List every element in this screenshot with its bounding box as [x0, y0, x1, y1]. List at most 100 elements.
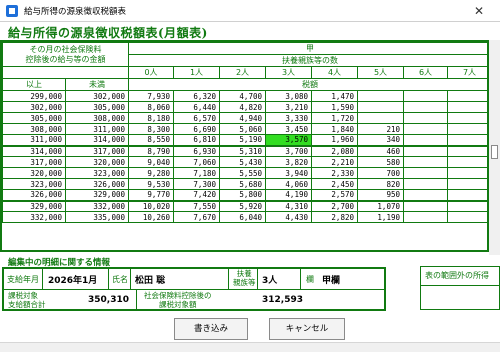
lower-bound-cell[interactable]: 320,000	[2, 167, 66, 179]
tax-cell[interactable]: 2,570	[311, 189, 358, 201]
tax-cell[interactable]: 6,040	[219, 211, 266, 223]
upper-bound-cell[interactable]: 311,000	[65, 123, 129, 135]
tax-cell[interactable]	[357, 112, 404, 124]
tax-cell[interactable]: 1,840	[311, 123, 358, 135]
tax-cell[interactable]: 4,940	[219, 112, 266, 124]
tax-cell[interactable]: 4,310	[265, 199, 312, 212]
tax-cell[interactable]	[447, 112, 487, 124]
tax-cell[interactable]: 8,180	[128, 112, 174, 124]
tax-cell[interactable]: 6,690	[173, 123, 220, 135]
lower-bound-cell[interactable]: 332,000	[2, 211, 66, 223]
tax-cell[interactable]	[403, 189, 448, 201]
tax-cell[interactable]: 6,810	[173, 134, 220, 146]
tax-cell[interactable]: 9,770	[128, 189, 174, 201]
tax-cell[interactable]: 8,300	[128, 123, 174, 135]
tax-cell[interactable]: 9,040	[128, 156, 174, 168]
tax-cell[interactable]: 1,960	[311, 134, 358, 146]
upper-bound-cell[interactable]: 320,000	[65, 156, 129, 168]
tax-cell[interactable]: 5,430	[219, 156, 266, 168]
tax-cell[interactable]	[447, 90, 487, 102]
tax-cell[interactable]: 1,720	[311, 112, 358, 124]
table-row[interactable]: 299,000 302,000 7,930 6,320 4,700 3,080 1,470	[2, 90, 487, 102]
tax-cell[interactable]	[447, 134, 487, 146]
tax-cell[interactable]	[403, 144, 448, 157]
upper-bound-cell[interactable]: 305,000	[65, 101, 129, 113]
tax-cell[interactable]: 6,320	[173, 90, 220, 102]
tax-cell[interactable]: 9,280	[128, 167, 174, 179]
tax-cell[interactable]: 3,450	[265, 123, 312, 135]
tax-cell[interactable]	[403, 123, 448, 135]
lower-bound-cell[interactable]: 326,000	[2, 189, 66, 201]
table-row[interactable]: 308,000 311,000 8,300 6,690 5,060 3,450 1,840 2…	[2, 123, 487, 135]
table-row[interactable]: 311,000 314,000 8,550 6,810 5,190 3,570 1,960 3…	[2, 134, 487, 146]
tax-cell[interactable]	[403, 167, 448, 179]
tax-cell[interactable]: 1,470	[311, 90, 358, 102]
tax-cell[interactable]	[447, 144, 487, 157]
tax-cell[interactable]: 2,330	[311, 167, 358, 179]
tax-cell[interactable]: 3,700	[265, 144, 312, 157]
tax-cell[interactable]: 2,080	[311, 144, 358, 157]
tax-cell[interactable]: 5,310	[219, 144, 266, 157]
tax-cell[interactable]	[447, 123, 487, 135]
tax-cell[interactable]: 5,060	[219, 123, 266, 135]
tax-cell[interactable]: 5,920	[219, 199, 266, 212]
lower-bound-cell[interactable]: 311,000	[2, 134, 66, 146]
tax-cell[interactable]: 5,680	[219, 178, 266, 190]
tax-cell[interactable]: 950	[357, 189, 404, 201]
tax-cell[interactable]	[447, 156, 487, 168]
tax-cell[interactable]	[403, 112, 448, 124]
vertical-scrollbar[interactable]	[489, 40, 500, 255]
tax-cell[interactable]	[403, 134, 448, 146]
upper-bound-cell[interactable]: 332,000	[65, 199, 129, 212]
tax-cell[interactable]	[447, 167, 487, 179]
tax-cell[interactable]: 3,210	[265, 101, 312, 113]
tax-cell[interactable]: 580	[357, 156, 404, 168]
tax-cell[interactable]	[403, 90, 448, 102]
tax-cell[interactable]: 7,550	[173, 199, 220, 212]
tax-cell[interactable]: 5,550	[219, 167, 266, 179]
tax-cell[interactable]: 210	[357, 123, 404, 135]
tax-cell[interactable]	[447, 211, 487, 223]
tax-cell[interactable]: 3,330	[265, 112, 312, 124]
tax-cell[interactable]: 7,670	[173, 211, 220, 223]
upper-bound-cell[interactable]: 317,000	[65, 144, 129, 157]
tax-cell[interactable]	[403, 101, 448, 113]
tax-cell[interactable]: 7,180	[173, 167, 220, 179]
lower-bound-cell[interactable]: 302,000	[2, 101, 66, 113]
tax-cell[interactable]	[403, 156, 448, 168]
upper-bound-cell[interactable]: 326,000	[65, 178, 129, 190]
tax-cell[interactable]: 4,820	[219, 101, 266, 113]
tax-cell[interactable]: 340	[357, 134, 404, 146]
upper-bound-cell[interactable]: 314,000	[65, 134, 129, 146]
lower-bound-cell[interactable]: 323,000	[2, 178, 66, 190]
table-row[interactable]: 305,000 308,000 8,180 6,570 4,940 3,330 1,720	[2, 112, 487, 124]
lower-bound-cell[interactable]: 299,000	[2, 90, 66, 102]
tax-cell[interactable]: 2,700	[311, 199, 358, 212]
tax-cell[interactable]: 2,210	[311, 156, 358, 168]
table-row[interactable]: 332,000 335,000 10,260 7,670 6,040 4,430 2,820…	[2, 211, 487, 223]
tax-cell[interactable]: 6,930	[173, 144, 220, 157]
tax-cell[interactable]: 5,800	[219, 189, 266, 201]
tax-cell[interactable]: 700	[357, 167, 404, 179]
tax-cell[interactable]: 8,060	[128, 101, 174, 113]
table-row[interactable]: 314,000 317,000 8,790 6,930 5,310 3,700 2,080 4…	[2, 144, 487, 157]
tax-cell[interactable]: 4,190	[265, 189, 312, 201]
tax-cell[interactable]: 1,590	[311, 101, 358, 113]
tax-cell[interactable]: 7,060	[173, 156, 220, 168]
table-row[interactable]: 320,000 323,000 9,280 7,180 5,550 3,940 2,330 7…	[2, 167, 487, 179]
table-row[interactable]: 317,000 320,000 9,040 7,060 5,430 3,820 2,210 5…	[2, 156, 487, 168]
tax-cell[interactable]: 3,940	[265, 167, 312, 179]
tax-cell[interactable]: 6,570	[173, 112, 220, 124]
tax-cell[interactable]: 3,820	[265, 156, 312, 168]
tax-cell[interactable]: 1,070	[357, 199, 404, 212]
upper-bound-cell[interactable]: 335,000	[65, 211, 129, 223]
write-button[interactable]: 書き込み	[174, 318, 248, 340]
tax-cell[interactable]	[357, 101, 404, 113]
lower-bound-cell[interactable]: 317,000	[2, 156, 66, 168]
table-row[interactable]: 329,000 332,000 10,020 7,550 5,920 4,310 2,700…	[2, 199, 487, 212]
tax-cell[interactable]: 460	[357, 144, 404, 157]
upper-bound-cell[interactable]: 323,000	[65, 167, 129, 179]
tax-cell[interactable]: 10,020	[128, 199, 174, 212]
tax-cell[interactable]: 5,190	[219, 134, 266, 146]
tax-cell[interactable]	[447, 189, 487, 201]
